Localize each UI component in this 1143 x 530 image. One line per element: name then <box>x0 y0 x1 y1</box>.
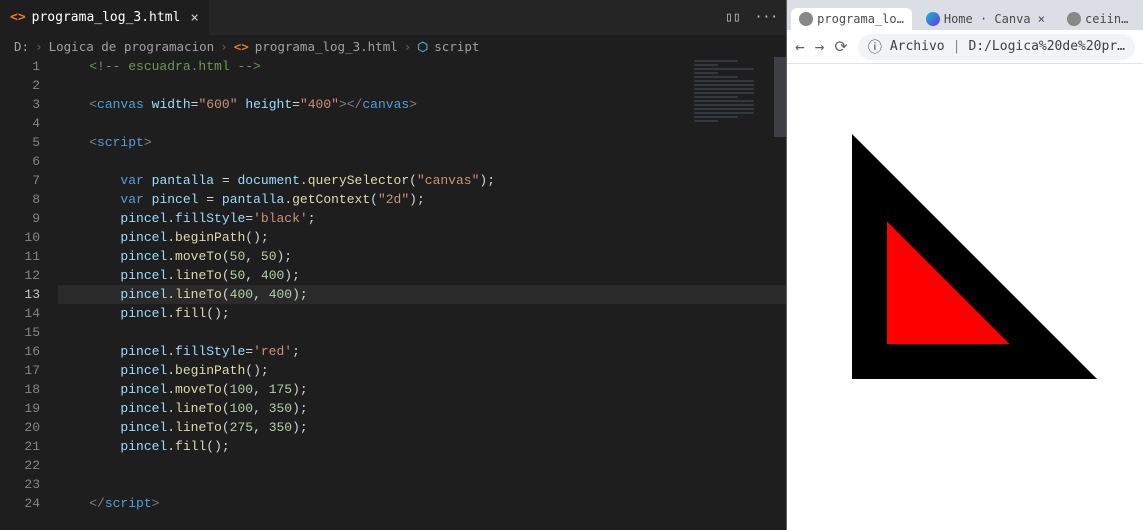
browser-tab-label: programa_lo… <box>817 12 904 26</box>
browser-tab-strip: programa_lo… Home · Canva × ceiin… <box>787 0 1143 30</box>
breadcrumb: D: › Logica de programacion › <> program… <box>0 35 786 57</box>
more-actions-icon[interactable]: ··· <box>755 10 778 25</box>
code-editor[interactable]: 123456789101112131415161718192021222324 … <box>0 57 786 530</box>
browser-toolbar: ← → ⟳ ⓘ Archivo | D:/Logica%20de%20pr… <box>787 30 1143 64</box>
reload-icon[interactable]: ⟳ <box>834 37 847 56</box>
page-favicon <box>799 12 813 26</box>
back-icon[interactable]: ← <box>795 37 805 56</box>
chevron-right-icon: › <box>35 39 43 54</box>
tab-label: programa_log_3.html <box>32 10 181 25</box>
canva-favicon <box>926 12 940 26</box>
canvas-output <box>817 99 1143 379</box>
page-viewport <box>787 64 1143 530</box>
browser-tab-label: Home · Canva × <box>944 12 1045 26</box>
url-text: D:/Logica%20de%20pr… <box>968 39 1125 54</box>
forward-icon[interactable]: → <box>815 37 825 56</box>
browser-pane: programa_lo… Home · Canva × ceiin… ← → ⟳… <box>786 0 1143 530</box>
vertical-scrollbar[interactable] <box>774 57 786 530</box>
breadcrumb-symbol[interactable]: script <box>434 39 479 54</box>
address-bar[interactable]: ⓘ Archivo | D:/Logica%20de%20pr… <box>858 34 1135 60</box>
minimap[interactable] <box>694 60 774 140</box>
html-file-icon: <> <box>10 10 26 25</box>
browser-tab[interactable]: Home · Canva × <box>918 8 1053 30</box>
browser-tab-active[interactable]: programa_lo… <box>791 8 912 30</box>
chevron-right-icon: › <box>220 39 228 54</box>
breadcrumb-file[interactable]: programa_log_3.html <box>255 39 398 54</box>
chevron-right-icon: › <box>404 39 412 54</box>
tab-bar: <> programa_log_3.html × ▯▯ ··· <box>0 0 786 35</box>
browser-tab-label: ceiin… <box>1085 12 1128 26</box>
browser-tab[interactable]: ceiin… <box>1059 8 1136 30</box>
line-number-gutter: 123456789101112131415161718192021222324 <box>0 57 58 530</box>
breadcrumb-folder[interactable]: Logica de programacion <box>49 39 215 54</box>
scrollbar-thumb[interactable] <box>774 57 786 137</box>
close-icon[interactable]: × <box>190 10 198 26</box>
symbol-icon: ⬡ <box>417 39 428 54</box>
url-scheme-label: Archivo <box>890 39 945 54</box>
site-info-icon[interactable]: ⓘ <box>868 37 882 57</box>
code-content[interactable]: <!-- escuadra.html --> <canvas width="60… <box>58 57 786 530</box>
html-file-icon: <> <box>234 39 249 54</box>
page-favicon <box>1067 12 1081 26</box>
split-editor-icon[interactable]: ▯▯ <box>725 10 741 25</box>
breadcrumb-drive[interactable]: D: <box>14 39 29 54</box>
editor-tab-active[interactable]: <> programa_log_3.html × <box>0 0 209 35</box>
editor-pane: <> programa_log_3.html × ▯▯ ··· D: › Log… <box>0 0 786 530</box>
